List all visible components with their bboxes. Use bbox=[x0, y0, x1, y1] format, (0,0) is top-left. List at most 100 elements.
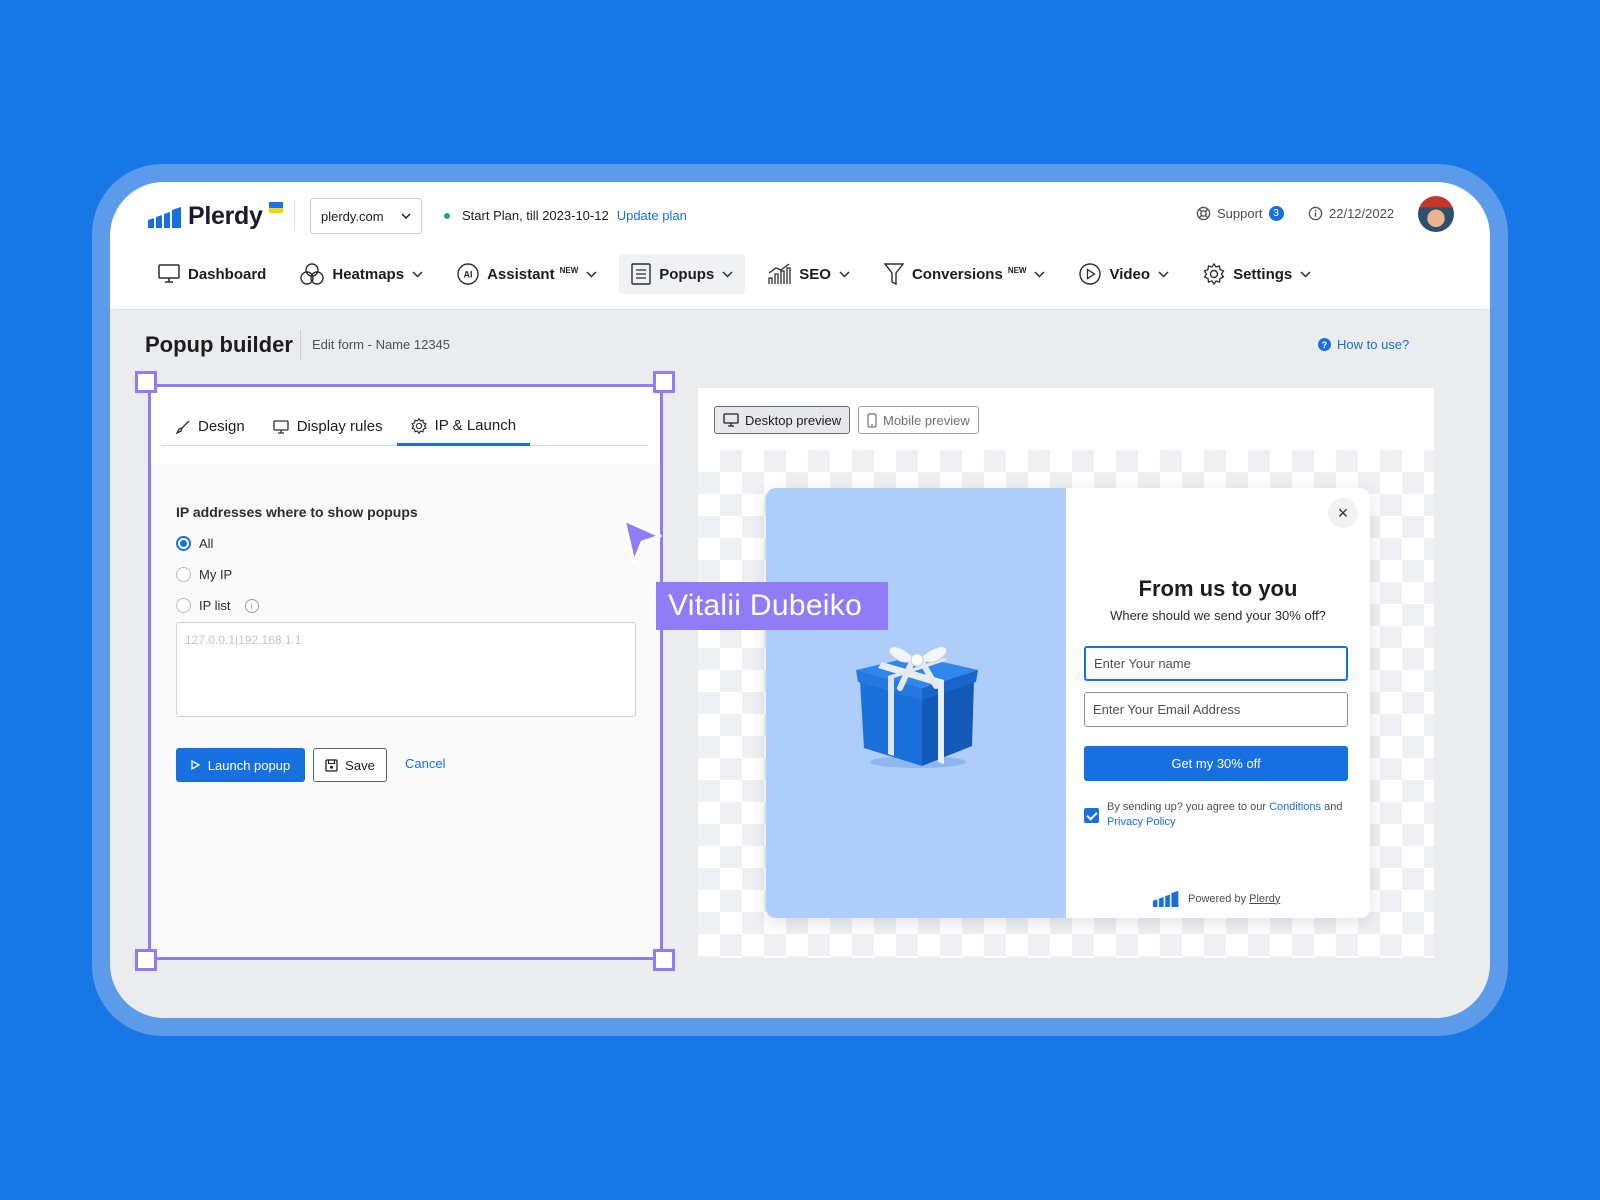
resize-handle-bottom-left[interactable] bbox=[135, 949, 157, 971]
popup-title: From us to you bbox=[1138, 576, 1298, 601]
nav-assistant[interactable]: AI Assistant NEW bbox=[445, 254, 609, 294]
email-input[interactable] bbox=[1084, 692, 1348, 727]
circles-icon bbox=[300, 263, 325, 285]
gift-box-icon bbox=[856, 646, 978, 768]
app-window: Plerdy plerdy.com Start Plan, till 2023-… bbox=[110, 182, 1490, 1018]
radio-all[interactable]: All bbox=[176, 536, 213, 551]
logo-text: Plerdy bbox=[188, 202, 263, 230]
nav-dashboard[interactable]: Dashboard bbox=[146, 254, 278, 294]
chevron-down-icon bbox=[1034, 270, 1046, 278]
plan-text: Start Plan, till 2023-10-12 bbox=[462, 208, 609, 223]
popup-preview: × From us to you Where should we send yo… bbox=[766, 488, 1370, 918]
radio-my-ip[interactable]: My IP bbox=[176, 567, 232, 582]
desktop-preview-button[interactable]: Desktop preview bbox=[714, 406, 851, 434]
ai-icon: AI bbox=[457, 263, 479, 285]
gear-icon bbox=[1203, 263, 1225, 285]
nav-conversions[interactable]: Conversions NEW bbox=[872, 254, 1058, 294]
chevron-down-icon bbox=[722, 270, 733, 278]
radio-all-label: All bbox=[199, 536, 214, 551]
monitor-icon bbox=[273, 419, 289, 434]
date-display: 22/12/2022 bbox=[1308, 206, 1394, 221]
gear-icon bbox=[410, 417, 427, 434]
tab-design[interactable]: Design bbox=[162, 408, 259, 445]
bar-chart-icon bbox=[768, 263, 791, 284]
ukraine-flag-icon bbox=[268, 202, 283, 213]
nav-settings[interactable]: Settings bbox=[1191, 254, 1323, 294]
funnel-icon bbox=[883, 263, 904, 285]
plerdy-link[interactable]: Plerdy bbox=[1249, 893, 1280, 905]
top-header: Plerdy plerdy.com Start Plan, till 2023-… bbox=[110, 182, 1490, 310]
save-button[interactable]: Save bbox=[313, 748, 387, 782]
user-avatar[interactable] bbox=[1418, 196, 1454, 232]
monitor-icon bbox=[723, 413, 739, 427]
nav-popups-label: Popups bbox=[659, 265, 715, 283]
plerdy-logo[interactable]: Plerdy bbox=[148, 202, 283, 231]
radio-button[interactable] bbox=[176, 567, 191, 582]
consent-checkbox[interactable] bbox=[1084, 808, 1099, 823]
header-divider bbox=[294, 200, 295, 230]
floppy-icon bbox=[325, 758, 338, 772]
popup-subtitle: Where should we send your 30% off? bbox=[1110, 608, 1326, 623]
nav-heatmaps[interactable]: Heatmaps bbox=[288, 254, 435, 294]
ip-section-heading: IP addresses where to show popups bbox=[176, 504, 418, 520]
consent-text: By sending up? you agree to our Conditio… bbox=[1107, 800, 1348, 830]
nav-dashboard-label: Dashboard bbox=[188, 265, 267, 283]
title-divider bbox=[300, 330, 301, 360]
chevron-down-icon bbox=[401, 213, 411, 219]
privacy-policy-link[interactable]: Privacy Policy bbox=[1107, 816, 1175, 828]
save-label: Save bbox=[345, 757, 375, 773]
tab-display-rules[interactable]: Display rules bbox=[259, 408, 397, 445]
mobile-preview-label: Mobile preview bbox=[883, 412, 970, 428]
nav-seo[interactable]: SEO bbox=[755, 254, 862, 294]
how-to-use-label: How to use? bbox=[1337, 337, 1410, 352]
update-plan-link[interactable]: Update plan bbox=[617, 208, 687, 223]
resize-handle-top-right[interactable] bbox=[653, 371, 675, 393]
chevron-down-icon bbox=[586, 270, 597, 278]
radio-ip-list[interactable]: IP list i bbox=[176, 598, 259, 613]
nav-popups[interactable]: Popups bbox=[619, 254, 746, 294]
page-title: Popup builder bbox=[145, 332, 293, 357]
chevron-down-icon bbox=[839, 270, 850, 278]
phone-icon bbox=[867, 412, 877, 428]
get-discount-button[interactable]: Get my 30% off bbox=[1084, 746, 1348, 781]
resize-handle-bottom-right[interactable] bbox=[653, 949, 675, 971]
powered-by: Powered by Plerdy bbox=[1152, 890, 1280, 907]
tab-ip-launch-label: IP & Launch bbox=[434, 417, 517, 434]
play-icon bbox=[191, 760, 200, 770]
cancel-link[interactable]: Cancel bbox=[405, 756, 445, 771]
close-icon[interactable]: × bbox=[1328, 498, 1358, 528]
mobile-preview-button[interactable]: Mobile preview bbox=[858, 406, 979, 434]
nav-seo-label: SEO bbox=[799, 265, 831, 283]
nav-settings-label: Settings bbox=[1233, 265, 1293, 283]
ip-list-textarea[interactable] bbox=[176, 622, 636, 717]
help-icon: ? bbox=[1318, 338, 1331, 351]
lifebuoy-icon bbox=[1196, 206, 1211, 221]
name-input[interactable] bbox=[1084, 646, 1348, 681]
how-to-use-link[interactable]: ? How to use? bbox=[1318, 337, 1409, 352]
support-button[interactable]: Support 3 bbox=[1196, 206, 1284, 221]
date-text: 22/12/2022 bbox=[1329, 206, 1395, 221]
domain-select[interactable]: plerdy.com bbox=[310, 198, 422, 234]
plerdy-logo-icon bbox=[148, 206, 181, 228]
document-icon bbox=[631, 263, 651, 285]
info-icon[interactable]: i bbox=[244, 598, 259, 613]
tab-display-rules-label: Display rules bbox=[296, 418, 383, 435]
tab-design-label: Design bbox=[198, 418, 245, 435]
radio-button-checked[interactable] bbox=[176, 536, 191, 551]
radio-ip-list-label: IP list bbox=[199, 598, 231, 613]
launch-popup-button[interactable]: Launch popup bbox=[176, 748, 305, 782]
brush-icon bbox=[176, 420, 190, 434]
collaborator-cursor-icon bbox=[622, 518, 662, 564]
info-icon bbox=[1308, 206, 1323, 221]
page-subtitle: Edit form - Name 12345 bbox=[312, 337, 451, 352]
support-label: Support bbox=[1217, 206, 1263, 221]
tab-ip-launch[interactable]: IP & Launch bbox=[396, 408, 531, 446]
conditions-link[interactable]: Conditions bbox=[1269, 801, 1321, 813]
resize-handle-top-left[interactable] bbox=[135, 371, 157, 393]
nav-heatmaps-label: Heatmaps bbox=[332, 265, 405, 283]
nav-video[interactable]: Video bbox=[1067, 254, 1181, 294]
consent-and: and bbox=[1321, 801, 1343, 813]
radio-button[interactable] bbox=[176, 598, 191, 613]
new-badge: NEW bbox=[559, 265, 579, 275]
nav-video-label: Video bbox=[1109, 265, 1151, 283]
